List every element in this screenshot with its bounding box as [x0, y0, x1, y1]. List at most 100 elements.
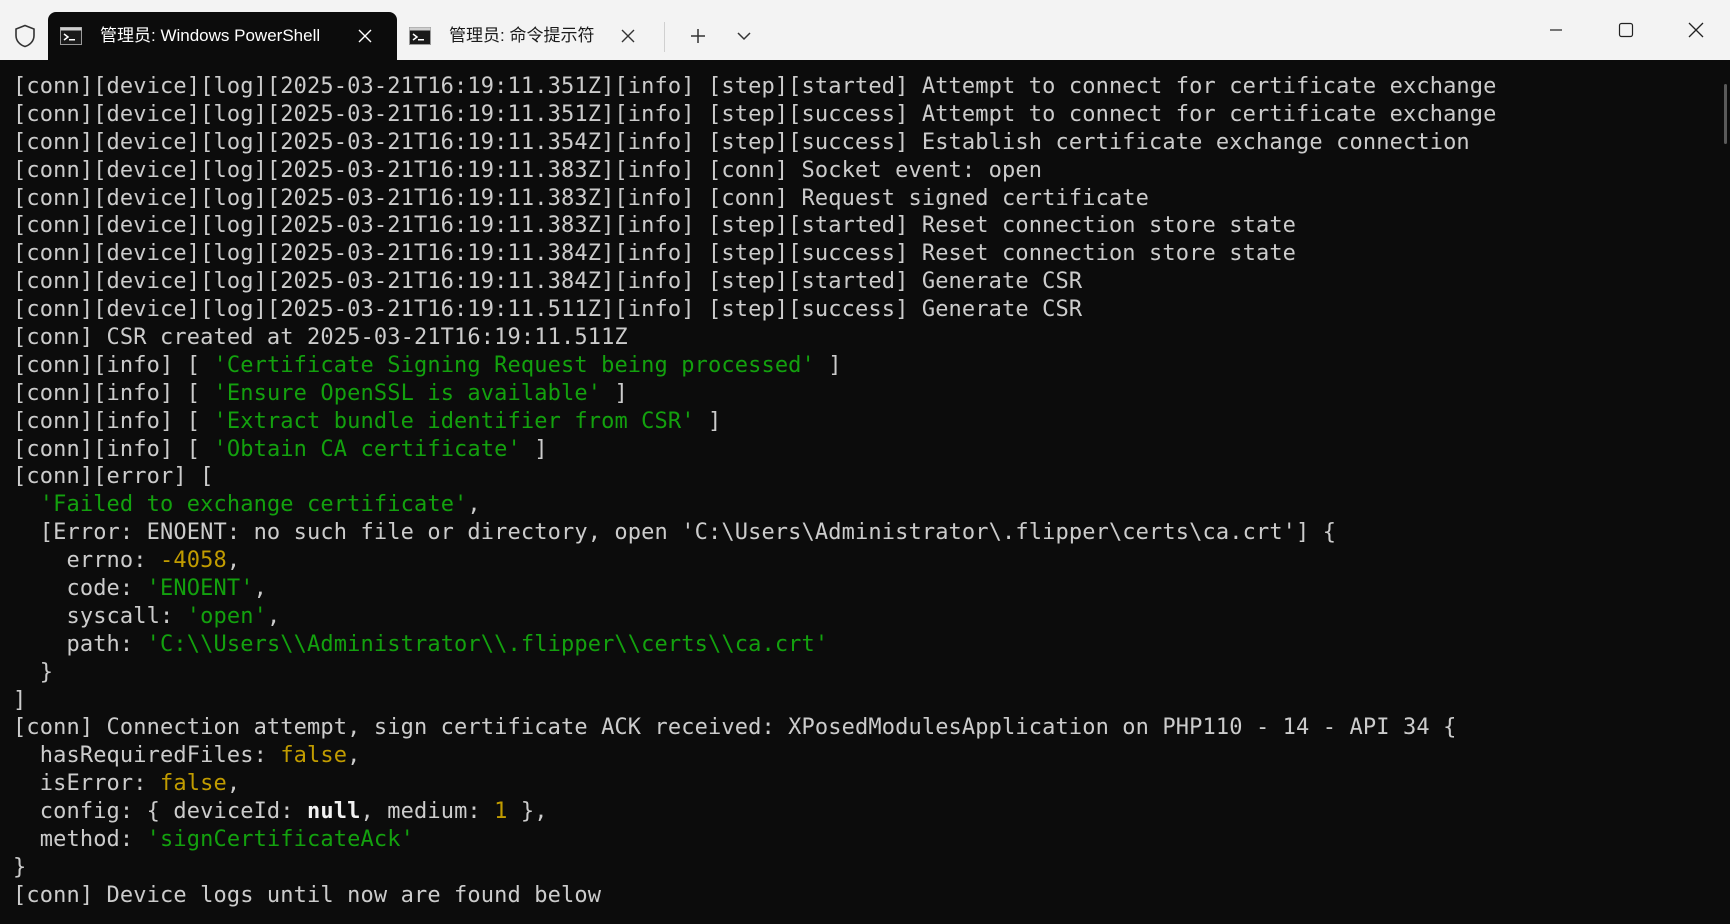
terminal-text: ,	[253, 576, 267, 602]
terminal-text: ,	[467, 492, 481, 518]
terminal-line: hasRequiredFiles: false,	[13, 742, 1713, 770]
terminal-text: path:	[13, 631, 147, 657]
plus-icon	[691, 29, 705, 43]
terminal-text: syscall:	[13, 603, 187, 629]
terminal-text: [conn][info] [	[13, 436, 214, 462]
terminal-line: [conn][device][log][2025-03-21T16:19:11.…	[13, 240, 1713, 268]
console-icon	[409, 27, 431, 45]
terminal-text: [conn][device][log][2025-03-21T16:19:11.…	[13, 74, 1497, 99]
terminal-text: method:	[13, 827, 147, 853]
terminal-line: method: 'signCertificateAck'	[13, 826, 1713, 854]
terminal-text: [conn][device][log][2025-03-21T16:19:11.…	[13, 269, 1083, 295]
terminal-line: [conn][device][log][2025-03-21T16:19:11.…	[13, 101, 1713, 129]
terminal-text: }	[13, 854, 27, 880]
scrollbar-thumb[interactable]	[1724, 84, 1727, 144]
terminal-text: 'open'	[186, 603, 267, 629]
terminal-text: [conn][device][log][2025-03-21T16:19:11.…	[13, 129, 1470, 155]
terminal-text: [conn][device][log][2025-03-21T16:19:11.…	[13, 213, 1297, 239]
terminal-text: null	[307, 799, 361, 825]
tab-close-icon[interactable]	[353, 24, 377, 48]
terminal-text: 'signCertificateAck'	[146, 827, 414, 853]
terminal-text: [conn][device][log][2025-03-21T16:19:11.…	[13, 101, 1497, 127]
terminal-text: 'Certificate Signing Request being proce…	[213, 352, 815, 378]
terminal-text: ,	[266, 603, 281, 629]
terminal-line: 'Failed to exchange certificate',	[13, 491, 1713, 519]
terminal-text: [conn][info] [	[13, 352, 214, 378]
terminal-line: [conn][device][log][2025-03-21T16:19:11.…	[13, 185, 1713, 213]
chevron-down-icon	[737, 32, 751, 41]
terminal-text: },	[507, 799, 548, 825]
terminal-text: [conn][error] [	[13, 464, 214, 490]
terminal-line: [conn][error] [	[13, 463, 1713, 491]
terminal-line: [Error: ENOENT: no such file or director…	[13, 519, 1713, 547]
terminal-line: [conn] Connection attempt, sign certific…	[13, 714, 1713, 742]
terminal-text: [conn][device][log][2025-03-21T16:19:11.…	[13, 241, 1297, 267]
terminal-text: [conn][device][log][2025-03-21T16:19:11.…	[13, 157, 1043, 183]
terminal-line: [conn] CSR created at 2025-03-21T16:19:1…	[13, 324, 1713, 352]
minimize-icon	[1550, 29, 1562, 31]
terminal-text: ,	[226, 771, 241, 797]
terminal-line: errno: -4058,	[13, 547, 1713, 575]
terminal-line: code: 'ENOENT',	[13, 575, 1713, 603]
terminal-text: ,	[347, 743, 361, 769]
terminal-line: config: { deviceId: null, medium: 1 },	[13, 798, 1713, 826]
terminal-line: [conn][info] [ 'Certificate Signing Requ…	[13, 352, 1713, 380]
terminal-line: [conn][device][log][2025-03-21T16:19:11.…	[13, 129, 1713, 157]
tab-command-prompt[interactable]: 管理员: 命令提示符	[397, 12, 656, 60]
terminal-text: ]	[13, 687, 27, 713]
terminal-text: [Error: ENOENT: no such file or director…	[13, 520, 1337, 546]
terminal-text: hasRequiredFiles:	[13, 743, 281, 769]
new-tab-button[interactable]	[676, 19, 720, 53]
minimize-button[interactable]	[1521, 0, 1591, 60]
tab-powershell[interactable]: 管理员: Windows PowerShell	[48, 12, 397, 60]
terminal-text: [conn][info] [	[13, 408, 214, 434]
terminal-line: [conn][device][log][2025-03-21T16:19:11.…	[13, 212, 1713, 240]
terminal-line: syscall: 'open',	[13, 603, 1713, 631]
terminal-text: , medium:	[360, 799, 495, 825]
terminal-line: ]	[13, 687, 1713, 715]
terminal-text: ]	[601, 380, 628, 406]
terminal-text: ,	[226, 548, 241, 574]
console-icon	[60, 27, 82, 45]
tab-close-icon[interactable]	[616, 24, 640, 48]
tab-separator	[664, 22, 665, 52]
close-icon	[1688, 22, 1704, 38]
maximize-icon	[1618, 22, 1634, 38]
terminal-text: isError:	[13, 771, 161, 797]
maximize-button[interactable]	[1591, 0, 1661, 60]
terminal-line: [conn][device][log][2025-03-21T16:19:11.…	[13, 296, 1713, 324]
terminal-text: config: { deviceId:	[13, 799, 308, 825]
terminal-line: [conn] Device logs until now are found b…	[13, 882, 1713, 910]
terminal-text: [conn] Connection attempt, sign certific…	[13, 715, 1457, 741]
terminal-text: 'Ensure OpenSSL is available'	[213, 380, 602, 406]
terminal-text: code:	[13, 576, 147, 602]
terminal-text: ]	[520, 436, 548, 462]
tab-dropdown-button[interactable]	[722, 19, 766, 53]
admin-shield-icon	[10, 21, 40, 51]
terminal-text: 'Obtain CA certificate'	[213, 436, 521, 462]
terminal-text: }	[13, 659, 54, 685]
terminal-line: [conn][device][log][2025-03-21T16:19:11.…	[13, 268, 1713, 296]
terminal-text: -4058	[160, 548, 227, 574]
terminal-line: }	[13, 854, 1713, 882]
terminal-text: [conn][device][log][2025-03-21T16:19:11.…	[13, 297, 1083, 323]
terminal-line: [conn][device][log][2025-03-21T16:19:11.…	[13, 157, 1713, 185]
terminal-line: [conn][device][log][2025-03-21T16:19:11.…	[13, 73, 1713, 101]
terminal-text: false	[280, 743, 348, 769]
terminal-line: [conn][info] [ 'Obtain CA certificate' ]	[13, 436, 1713, 464]
terminal-text: ]	[814, 352, 842, 378]
terminal-text: [conn][info] [	[13, 380, 214, 406]
terminal-line: [conn][info] [ 'Ensure OpenSSL is availa…	[13, 380, 1713, 408]
close-button[interactable]	[1661, 0, 1730, 60]
terminal-line: isError: false,	[13, 770, 1713, 798]
terminal-text: [conn][device][log][2025-03-21T16:19:11.…	[13, 185, 1150, 211]
terminal-text: [conn] CSR created at 2025-03-21T16:19:1…	[13, 325, 628, 351]
terminal-text: 'Extract bundle identifier from CSR'	[213, 408, 695, 434]
terminal-text: false	[160, 771, 227, 797]
terminal-text: 'Failed to exchange certificate'	[39, 492, 468, 518]
terminal-output[interactable]: [conn][device][log][2025-03-21T16:19:11.…	[13, 73, 1713, 924]
terminal-text: 'ENOENT'	[146, 576, 254, 602]
terminal-text: ]	[694, 408, 722, 434]
terminal-text: 1	[494, 799, 508, 825]
